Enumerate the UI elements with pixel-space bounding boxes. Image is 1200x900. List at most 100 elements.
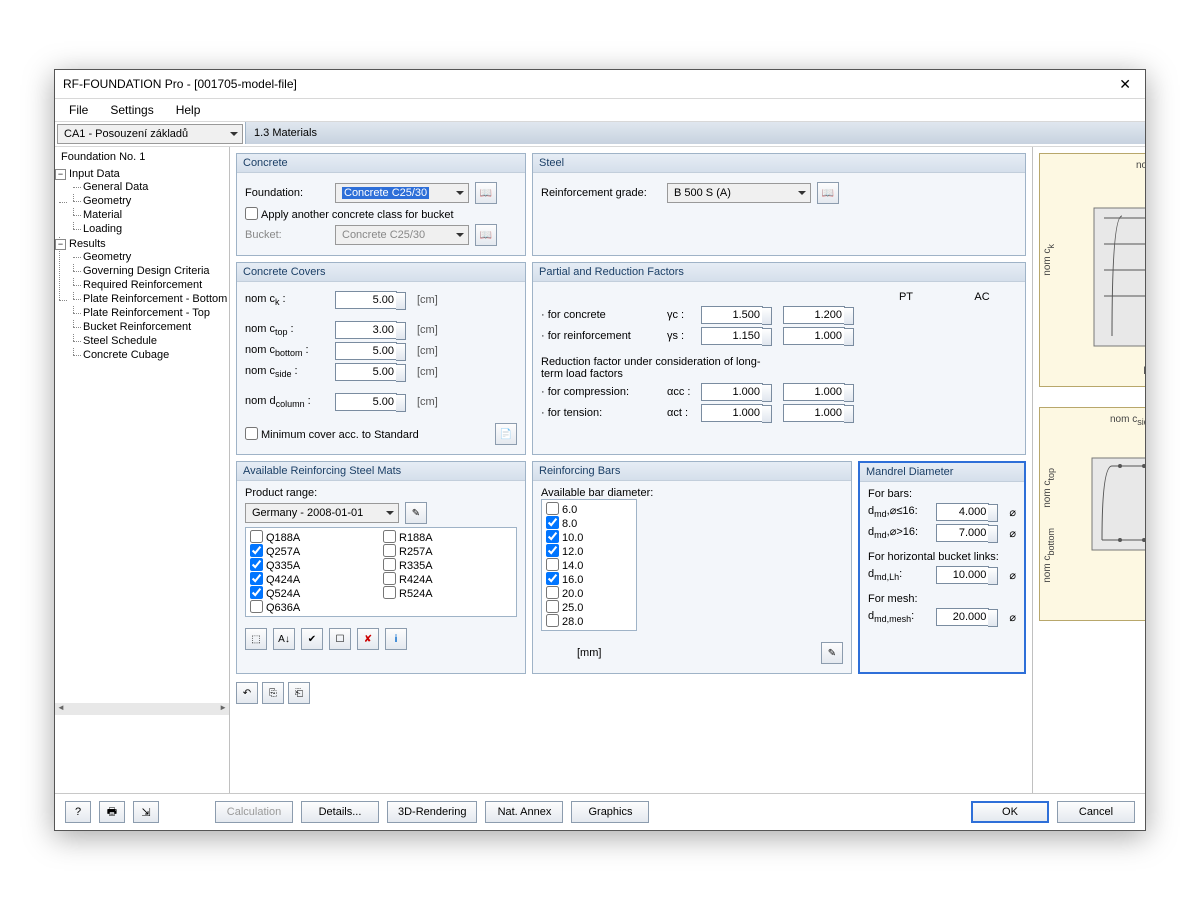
act-ac-input[interactable]: 1.000 (783, 404, 845, 422)
menu-file[interactable]: File (65, 101, 92, 119)
gc-ac-input[interactable]: 1.200 (783, 306, 845, 324)
bar-checkbox[interactable] (546, 586, 559, 599)
acc-ac-input[interactable]: 1.000 (783, 383, 845, 401)
mat-checkbox[interactable] (383, 572, 396, 585)
range-combo[interactable]: Germany - 2008-01-01 (245, 503, 399, 523)
cbot-input[interactable]: 5.00 (335, 342, 397, 360)
bucket-label: Bucket: (245, 229, 329, 241)
undo-icon[interactable]: ↶ (236, 682, 258, 704)
uncheck-icon[interactable]: ☐ (329, 628, 351, 650)
collapse-icon[interactable]: − (55, 169, 66, 180)
case-selector[interactable]: CA1 - Posouzení základů (57, 124, 243, 144)
mat-checkbox[interactable] (383, 586, 396, 599)
bar-checkbox[interactable] (546, 614, 559, 627)
tree-loading[interactable]: Loading (69, 222, 229, 236)
check-icon[interactable]: ✔ (301, 628, 323, 650)
foundation-label: Foundation: (245, 187, 329, 199)
sort-icon[interactable]: A↓ (273, 628, 295, 650)
mat-checkbox[interactable] (250, 558, 263, 571)
tree-results[interactable]: Results (69, 238, 106, 250)
tree-r0[interactable]: Geometry (69, 250, 229, 264)
nav-scrollbar[interactable] (55, 703, 229, 715)
ck-input[interactable]: 5.00 (335, 291, 397, 309)
bars-list[interactable]: 6.08.010.012.014.016.020.025.028.0 (541, 499, 637, 631)
collapse-icon[interactable]: − (55, 239, 66, 250)
pane-title: 1.3 Materials (245, 122, 1145, 144)
tree-r5[interactable]: Bucket Reinforcement (69, 320, 229, 334)
standard-icon[interactable]: 📄 (495, 423, 517, 445)
bar-checkbox[interactable] (546, 516, 559, 529)
tree-material[interactable]: Material (69, 208, 229, 222)
diameter-icon: ⌀ (1009, 506, 1016, 519)
menu-help[interactable]: Help (172, 101, 205, 119)
mat-checkbox[interactable] (250, 600, 263, 613)
mat-checkbox[interactable] (383, 558, 396, 571)
act-pt-input[interactable]: 1.000 (701, 404, 763, 422)
dm-input[interactable]: 20.000 (936, 608, 989, 626)
edit-icon[interactable]: ✎ (821, 642, 843, 664)
nav-tree[interactable]: Foundation No. 1 − Input Data General Da… (55, 147, 230, 793)
details-button[interactable]: Details... (301, 801, 379, 823)
tree-r2[interactable]: Required Reinforcement (69, 278, 229, 292)
library-icon[interactable]: 📖 (817, 182, 839, 204)
natannex-button[interactable]: Nat. Annex (485, 801, 563, 823)
mats-list[interactable]: Q188AR188AQ257AR257AQ335AR335AQ424AR424A… (245, 527, 517, 617)
covers-title: Concrete Covers (237, 263, 525, 282)
cancel-button[interactable]: Cancel (1057, 801, 1135, 823)
apply-bucket-checkbox[interactable] (245, 207, 258, 220)
tree-input-data[interactable]: Input Data (69, 168, 120, 180)
graphics-button[interactable]: Graphics (571, 801, 649, 823)
copy-icon[interactable]: ⎘ (262, 682, 284, 704)
d1-input[interactable]: 4.000 (936, 503, 989, 521)
mat-checkbox[interactable] (383, 530, 396, 543)
edit-icon[interactable]: ✎ (405, 502, 427, 524)
mat-checkbox[interactable] (250, 572, 263, 585)
help-icon[interactable]: ? (65, 801, 91, 823)
d2-input[interactable]: 7.000 (936, 524, 989, 542)
tree-r4[interactable]: Plate Reinforcement - Top (69, 306, 229, 320)
tree-root[interactable]: Foundation No. 1 (55, 147, 229, 167)
mandrel-title: Mandrel Diameter (860, 463, 1024, 482)
tree-geometry[interactable]: Geometry (69, 194, 229, 208)
mat-checkbox[interactable] (250, 530, 263, 543)
bar-checkbox[interactable] (546, 530, 559, 543)
bucket-combo: Concrete C25/30 (335, 225, 469, 245)
tree-r3[interactable]: Plate Reinforcement - Bottom (69, 292, 229, 306)
mat-checkbox[interactable] (383, 544, 396, 557)
mat-checkbox[interactable] (250, 586, 263, 599)
close-icon[interactable]: ✕ (1113, 76, 1137, 93)
info-icon[interactable]: i (385, 628, 407, 650)
gs-ac-input[interactable]: 1.000 (783, 327, 845, 345)
calc-button[interactable]: Calculation (215, 801, 293, 823)
tree-r6[interactable]: Steel Schedule (69, 334, 229, 348)
ctop-input[interactable]: 3.00 (335, 321, 397, 339)
bar-checkbox[interactable] (546, 502, 559, 515)
export-icon[interactable]: ⇲ (133, 801, 159, 823)
mat-checkbox[interactable] (250, 544, 263, 557)
foundation-combo[interactable]: Concrete C25/30 (335, 183, 469, 203)
bar-checkbox[interactable] (546, 600, 559, 613)
menu-settings[interactable]: Settings (106, 101, 157, 119)
acc-pt-input[interactable]: 1.000 (701, 383, 763, 401)
tool-icon[interactable]: ⬚ (245, 628, 267, 650)
min-cover-checkbox[interactable] (245, 427, 258, 440)
bar-checkbox[interactable] (546, 544, 559, 557)
dlh-input[interactable]: 10.000 (936, 566, 989, 584)
print-icon[interactable]: 🖶 (99, 801, 125, 823)
group-mandrel: Mandrel Diameter For bars: dmd,⌀≤16: 4.0… (858, 461, 1026, 674)
bar-checkbox[interactable] (546, 572, 559, 585)
dcol-input[interactable]: 5.00 (335, 393, 397, 411)
paste-icon[interactable]: ⎗ (288, 682, 310, 704)
library-icon[interactable]: 📖 (475, 182, 497, 204)
tree-general[interactable]: General Data (69, 180, 229, 194)
tree-r7[interactable]: Concrete Cubage (69, 348, 229, 362)
rein-grade-combo[interactable]: B 500 S (A) (667, 183, 811, 203)
3d-button[interactable]: 3D-Rendering (387, 801, 477, 823)
bar-checkbox[interactable] (546, 558, 559, 571)
gc-pt-input[interactable]: 1.500 (701, 306, 763, 324)
tree-r1[interactable]: Governing Design Criteria (69, 264, 229, 278)
ok-button[interactable]: OK (971, 801, 1049, 823)
gs-pt-input[interactable]: 1.150 (701, 327, 763, 345)
delete-icon[interactable]: ✘ (357, 628, 379, 650)
cside-input[interactable]: 5.00 (335, 363, 397, 381)
